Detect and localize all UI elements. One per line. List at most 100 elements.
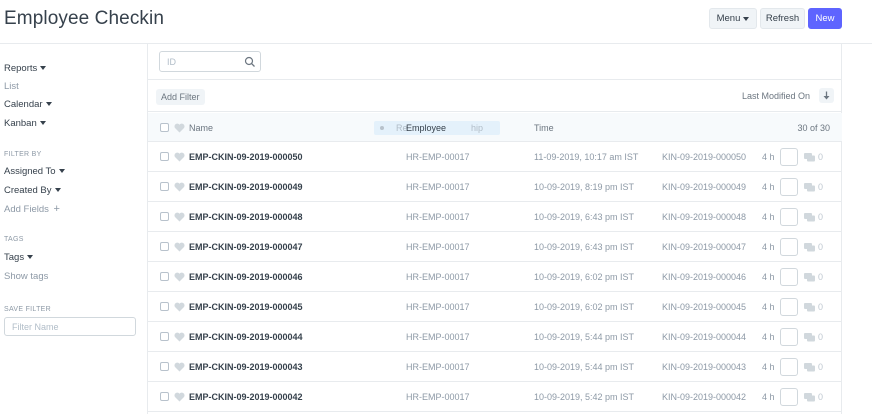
id-search-input[interactable]: ID	[159, 51, 261, 72]
page-title: Employee Checkin	[4, 8, 165, 29]
row-time: 10-09-2019, 5:42 pm IST	[534, 392, 635, 402]
refresh-button[interactable]: Refresh	[760, 8, 805, 29]
column-name-header[interactable]: Name	[189, 123, 213, 133]
list-row[interactable]: EMP-CKIN-09-2019-000042 HR-EMP-00017 10-…	[148, 382, 842, 412]
plus-icon: +	[53, 203, 60, 215]
row-reference: KIN-09-2019-000046	[662, 272, 747, 282]
dragged-column-chip[interactable]: Re Employee hip	[374, 121, 500, 135]
avatar[interactable]	[780, 298, 798, 316]
heart-icon[interactable]	[174, 212, 185, 222]
menu-button[interactable]: Menu	[709, 8, 757, 29]
list-row[interactable]: EMP-CKIN-09-2019-000050 HR-EMP-00017 11-…	[148, 142, 842, 172]
heart-icon[interactable]	[174, 123, 185, 133]
heart-icon[interactable]	[174, 362, 185, 372]
row-name-link[interactable]: EMP-CKIN-09-2019-000048	[189, 212, 303, 222]
row-modified: 4 h	[762, 362, 775, 372]
refresh-button-label: Refresh	[765, 13, 800, 24]
list-row[interactable]: EMP-CKIN-09-2019-000043 HR-EMP-00017 10-…	[148, 352, 842, 382]
list-row[interactable]: EMP-CKIN-09-2019-000048 HR-EMP-00017 10-…	[148, 202, 842, 232]
avatar[interactable]	[780, 328, 798, 346]
row-name-link[interactable]: EMP-CKIN-09-2019-000042	[189, 392, 303, 402]
add-filter-button[interactable]: Add Filter	[156, 89, 205, 105]
sort-selector[interactable]: Last Modified On	[742, 91, 810, 101]
row-checkbox[interactable]	[160, 152, 169, 161]
sidebar-kanban-label: Kanban	[4, 118, 37, 129]
row-checkbox[interactable]	[160, 212, 169, 221]
avatar[interactable]	[780, 208, 798, 226]
tags-heading: TAGS	[4, 236, 24, 243]
list-row[interactable]: EMP-CKIN-09-2019-000047 HR-EMP-00017 10-…	[148, 232, 842, 262]
list-count: 30 of 30	[797, 123, 830, 133]
sidebar-kanban[interactable]: Kanban	[4, 118, 46, 129]
sort-descending-icon	[823, 91, 830, 100]
row-name-link[interactable]: EMP-CKIN-09-2019-000050	[189, 152, 303, 162]
heart-icon[interactable]	[174, 392, 185, 402]
select-all-checkbox[interactable]	[160, 123, 169, 132]
row-name-link[interactable]: EMP-CKIN-09-2019-000049	[189, 182, 303, 192]
row-time: 10-09-2019, 5:44 pm IST	[534, 362, 635, 372]
row-name-link[interactable]: EMP-CKIN-09-2019-000047	[189, 242, 303, 252]
row-name-link[interactable]: EMP-CKIN-09-2019-000046	[189, 272, 303, 282]
row-employee: HR-EMP-00017	[406, 212, 470, 222]
row-employee: HR-EMP-00017	[406, 272, 470, 282]
comments-icon	[804, 153, 815, 162]
heart-icon[interactable]	[174, 152, 185, 162]
avatar[interactable]	[780, 178, 798, 196]
row-time: 10-09-2019, 6:02 pm IST	[534, 302, 635, 312]
heart-icon[interactable]	[174, 302, 185, 312]
row-employee: HR-EMP-00017	[406, 182, 470, 192]
row-time: 11-09-2019, 10:17 am IST	[534, 152, 639, 162]
search-icon	[244, 56, 255, 67]
page-header: Employee Checkin Menu Refresh New	[0, 0, 872, 44]
list-row[interactable]: EMP-CKIN-09-2019-000049 HR-EMP-00017 10-…	[148, 172, 842, 202]
sort-order-button[interactable]	[819, 88, 834, 103]
avatar[interactable]	[780, 268, 798, 286]
row-checkbox[interactable]	[160, 272, 169, 281]
row-checkbox[interactable]	[160, 332, 169, 341]
avatar[interactable]	[780, 358, 798, 376]
comments-icon	[804, 183, 815, 192]
row-checkbox[interactable]	[160, 362, 169, 371]
caret-down-icon	[58, 169, 65, 174]
avatar[interactable]	[780, 148, 798, 166]
row-name-link[interactable]: EMP-CKIN-09-2019-000045	[189, 302, 303, 312]
list-header: Name Re Employee hip Time 30 of 30	[148, 113, 842, 142]
sidebar-created-by[interactable]: Created By	[4, 185, 61, 196]
heart-icon[interactable]	[174, 182, 185, 192]
list-row[interactable]: EMP-CKIN-09-2019-000046 HR-EMP-00017 10-…	[148, 262, 842, 292]
save-filter-heading: SAVE FILTER	[4, 306, 51, 313]
row-employee: HR-EMP-00017	[406, 332, 470, 342]
row-employee: HR-EMP-00017	[406, 152, 470, 162]
row-checkbox[interactable]	[160, 242, 169, 251]
heart-icon[interactable]	[174, 332, 185, 342]
row-employee: HR-EMP-00017	[406, 242, 470, 252]
sidebar-calendar[interactable]: Calendar	[4, 99, 52, 110]
row-checkbox[interactable]	[160, 392, 169, 401]
sidebar-assigned-to[interactable]: Assigned To	[4, 166, 65, 177]
comment-count: 0	[818, 182, 824, 192]
list-row[interactable]: EMP-CKIN-09-2019-000045 HR-EMP-00017 10-…	[148, 292, 842, 322]
avatar[interactable]	[780, 238, 798, 256]
row-name-link[interactable]: EMP-CKIN-09-2019-000044	[189, 332, 303, 342]
sidebar-tags[interactable]: Tags	[4, 252, 34, 263]
sidebar-show-tags[interactable]: Show tags	[4, 271, 48, 282]
sidebar-add-fields[interactable]: Add Fields +	[4, 203, 60, 215]
avatar[interactable]	[780, 388, 798, 406]
comment-count: 0	[818, 272, 824, 282]
heart-icon[interactable]	[174, 242, 185, 252]
row-checkbox[interactable]	[160, 182, 169, 191]
caret-down-icon	[743, 16, 750, 21]
sidebar-list[interactable]: List	[4, 81, 19, 92]
row-time: 10-09-2019, 6:43 pm IST	[534, 242, 635, 252]
row-reference: KIN-09-2019-000047	[662, 242, 747, 252]
sidebar-reports[interactable]: Reports	[4, 63, 47, 74]
new-button[interactable]: New	[808, 8, 842, 29]
column-employee-header: Employee	[406, 123, 447, 133]
comment-count: 0	[818, 302, 824, 312]
row-name-link[interactable]: EMP-CKIN-09-2019-000043	[189, 362, 303, 372]
filter-name-input[interactable]: Filter Name	[4, 317, 136, 336]
row-checkbox[interactable]	[160, 302, 169, 311]
list-row[interactable]: EMP-CKIN-09-2019-000044 HR-EMP-00017 10-…	[148, 322, 842, 352]
heart-icon[interactable]	[174, 272, 185, 282]
row-modified: 4 h	[762, 212, 775, 222]
